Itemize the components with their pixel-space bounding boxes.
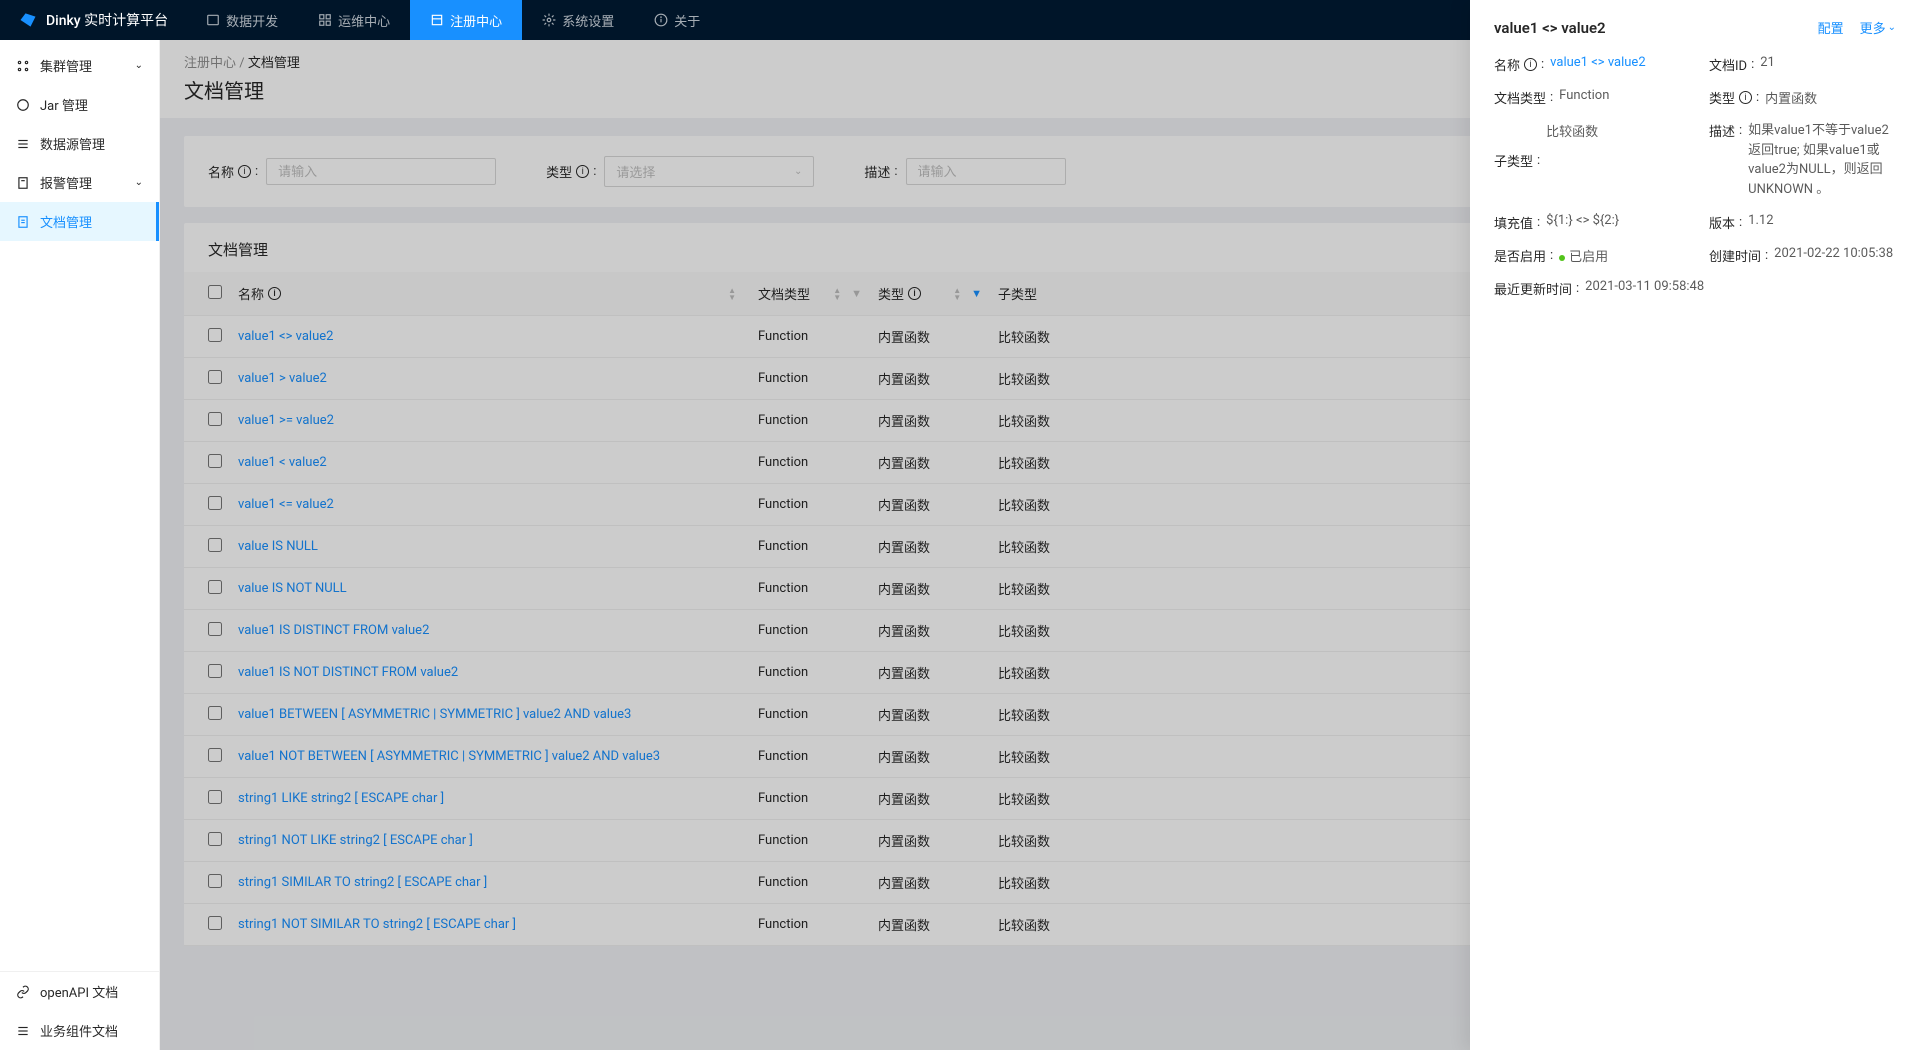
config-button[interactable]: 配置 [1818, 18, 1844, 37]
sidebar-docs[interactable]: 文档管理 [0, 202, 159, 241]
alert-icon [16, 176, 30, 190]
sidebar-datasource[interactable]: 数据源管理 [0, 124, 159, 163]
nav-data-dev[interactable]: 数据开发 [186, 0, 298, 40]
code-icon [206, 13, 220, 27]
detail-doctype-label: 文档类型 [1494, 88, 1553, 107]
detail-docid-value: 21 [1760, 55, 1775, 74]
detail-name-label: 名称 i [1494, 55, 1544, 74]
ops-icon [318, 13, 332, 27]
sidebar-openapi[interactable]: openAPI 文档 [0, 972, 159, 1011]
sidebar: 集群管理 ⌄ Jar 管理 数据源管理 报警管理 ⌄ 文档管理 [0, 40, 160, 1050]
nav-about[interactable]: 关于 [634, 0, 720, 40]
nav-ops[interactable]: 运维中心 [298, 0, 410, 40]
detail-created-value: 2021-02-22 10:05:38 [1774, 246, 1893, 265]
chevron-down-icon: ⌄ [135, 60, 143, 71]
cluster-icon [16, 59, 30, 73]
info-icon: i [1524, 58, 1537, 71]
detail-type-value: 内置函数 [1765, 88, 1817, 107]
detail-desc-value: 如果value1不等于value2 返回true; 如果value1或value… [1748, 121, 1896, 199]
status-dot-icon [1559, 255, 1565, 261]
app-name: Dinky 实时计算平台 [46, 10, 168, 30]
nav-settings[interactable]: 系统设置 [522, 0, 634, 40]
info-icon: i [1739, 91, 1752, 104]
gear-icon [542, 13, 556, 27]
component-icon [16, 1024, 30, 1038]
detail-version-value: 1.12 [1748, 213, 1773, 232]
detail-desc-label: 描述 [1709, 121, 1742, 140]
detail-created-label: 创建时间 [1709, 246, 1768, 265]
detail-subtype-value: 比较函数 [1546, 121, 1598, 199]
chevron-down-icon: ⌄ [135, 177, 143, 188]
detail-updated-value: 2021-03-11 09:58:48 [1585, 279, 1704, 298]
database-icon [16, 137, 30, 151]
detail-docid-label: 文档ID [1709, 55, 1754, 74]
drawer-title: value1 <> value2 [1494, 19, 1606, 37]
detail-enabled-value: 已启用 [1559, 246, 1608, 265]
chevron-down-icon: ⌄ [1888, 22, 1896, 33]
detail-type-label: 类型 i [1709, 88, 1759, 107]
register-icon [430, 13, 444, 27]
detail-doctype-value: Function [1559, 88, 1609, 107]
sidebar-alert[interactable]: 报警管理 ⌄ [0, 163, 159, 202]
detail-enabled-label: 是否启用 [1494, 246, 1553, 265]
logo-icon [18, 10, 38, 30]
nav-register[interactable]: 注册中心 [410, 0, 522, 40]
sidebar-cluster[interactable]: 集群管理 ⌄ [0, 46, 159, 85]
detail-fill-label: 填充值 [1494, 213, 1540, 232]
detail-version-label: 版本 [1709, 213, 1742, 232]
nav-items: 数据开发 运维中心 注册中心 系统设置 关于 [186, 0, 720, 40]
detail-fill-value: ${1:} <> ${2:} [1546, 213, 1619, 232]
detail-drawer: value1 <> value2 配置 更多 ⌄ 名称 i value1 <> … [1470, 0, 1920, 1050]
detail-subtype-label: 子类型 [1494, 121, 1540, 199]
jar-icon [16, 98, 30, 112]
doc-icon [16, 215, 30, 229]
detail-name-value[interactable]: value1 <> value2 [1550, 55, 1645, 74]
info-icon [654, 13, 668, 27]
link-icon [16, 985, 30, 999]
sidebar-jar[interactable]: Jar 管理 [0, 85, 159, 124]
more-button[interactable]: 更多 ⌄ [1860, 18, 1896, 37]
sidebar-components[interactable]: 业务组件文档 [0, 1011, 159, 1050]
logo[interactable]: Dinky 实时计算平台 [0, 10, 186, 30]
detail-updated-label: 最近更新时间 [1494, 279, 1579, 298]
